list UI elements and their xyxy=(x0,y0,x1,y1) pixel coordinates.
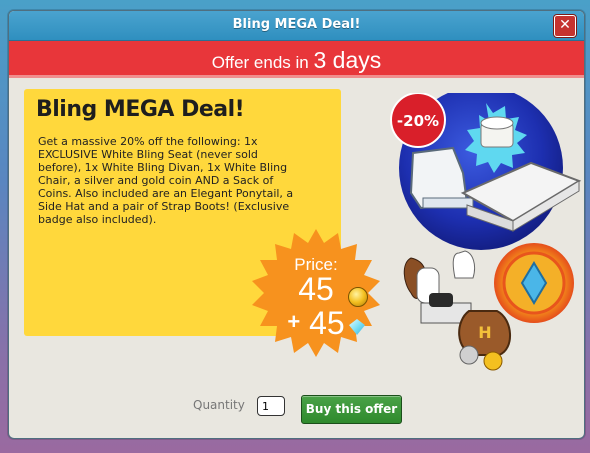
quantity-label: Quantity xyxy=(193,398,245,412)
banner-prefix: Offer ends in xyxy=(211,53,314,72)
price-diamonds: 45 xyxy=(309,305,345,341)
gold-coin-icon xyxy=(348,287,368,307)
strap-boots-icon xyxy=(429,293,453,307)
svg-text:H: H xyxy=(478,323,491,342)
silver-coin-icon xyxy=(459,345,479,365)
banner-days: 3 days xyxy=(313,47,382,73)
price-plus: + xyxy=(287,309,301,334)
gold-coin-item-icon xyxy=(483,351,503,371)
offer-heading: Bling MEGA Deal! xyxy=(36,97,245,122)
offer-description: Get a massive 20% off the following: 1x … xyxy=(38,135,294,226)
side-hat-icon xyxy=(452,250,476,279)
title-bar[interactable]: Bling MEGA Deal! ✕ xyxy=(9,11,584,41)
price-badge: Price: 45 + 45 xyxy=(252,229,380,357)
quantity-input[interactable] xyxy=(257,396,285,416)
offer-timer-banner: Offer ends in 3 days xyxy=(9,41,584,78)
offer-items-illustration: -20% H xyxy=(390,93,582,371)
offer-window: Bling MEGA Deal! ✕ Offer ends in 3 days … xyxy=(8,10,585,439)
close-icon: ✕ xyxy=(559,17,571,33)
close-button[interactable]: ✕ xyxy=(554,15,576,37)
window-title: Bling MEGA Deal! xyxy=(232,17,361,32)
discount-text: -20% xyxy=(397,112,439,130)
buy-offer-button[interactable]: Buy this offer xyxy=(301,395,402,424)
